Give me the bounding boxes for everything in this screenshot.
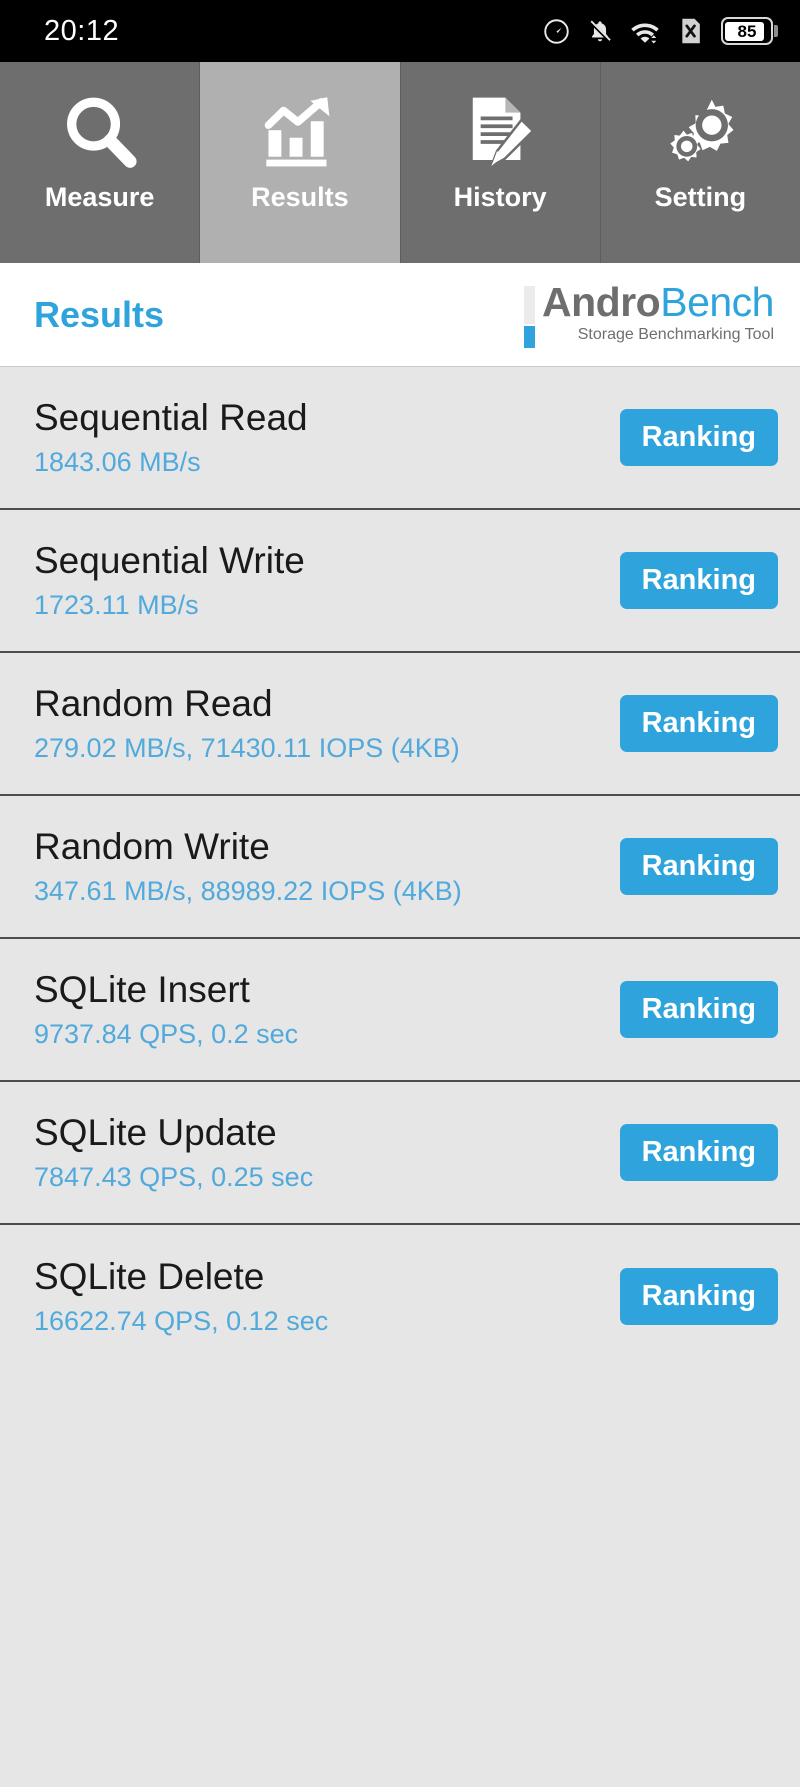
result-value: 1843.06 MB/s <box>34 447 201 478</box>
result-value: 7847.43 QPS, 0.25 sec <box>34 1162 314 1193</box>
logo-accent-bars <box>524 282 536 348</box>
ranking-button[interactable]: Ranking <box>619 837 778 896</box>
battery-percent-label: 85 <box>737 21 757 41</box>
tab-history[interactable]: History <box>400 62 601 263</box>
table-row[interactable]: Random Write 347.61 MB/s, 88989.22 IOPS … <box>0 796 800 939</box>
ranking-button[interactable]: Ranking <box>619 551 778 610</box>
ranking-button[interactable]: Ranking <box>619 980 778 1039</box>
status-clock: 20:12 <box>44 14 120 47</box>
table-row[interactable]: Sequential Read 1843.06 MB/s Ranking <box>0 367 800 510</box>
result-name: Random Read <box>34 682 273 724</box>
gears-icon <box>657 88 743 176</box>
tab-measure[interactable]: Measure <box>0 62 201 263</box>
no-sim-icon <box>677 17 704 45</box>
notifications-muted-icon <box>587 18 613 45</box>
page-title: Results <box>34 293 165 335</box>
result-name: Sequential Write <box>34 539 305 581</box>
androbench-logo: AndroBench Storage Benchmarking Tool <box>524 278 774 348</box>
result-value: 9737.84 QPS, 0.2 sec <box>34 1019 299 1050</box>
status-bar: 20:12 85 <box>0 0 800 62</box>
wifi-icon <box>630 18 660 45</box>
result-name: SQLite Insert <box>34 968 250 1010</box>
result-value: 279.02 MB/s, 71430.11 IOPS (4KB) <box>34 733 460 764</box>
tab-setting[interactable]: Setting <box>600 62 800 263</box>
table-row[interactable]: SQLite Insert 9737.84 QPS, 0.2 sec Ranki… <box>0 939 800 1082</box>
data-saver-icon <box>543 18 570 45</box>
bar-chart-arrow-icon <box>257 88 343 176</box>
ranking-button[interactable]: Ranking <box>619 1123 778 1182</box>
result-value: 347.61 MB/s, 88989.22 IOPS (4KB) <box>34 876 462 907</box>
tab-setting-label: Setting <box>654 182 747 212</box>
main-tab-bar: Measure Results History Setting <box>0 62 800 263</box>
logo-primary-text: Andro <box>542 278 661 325</box>
tab-measure-label: Measure <box>44 182 155 212</box>
ranking-button[interactable]: Ranking <box>619 694 778 753</box>
table-row[interactable]: SQLite Update 7847.43 QPS, 0.25 sec Rank… <box>0 1082 800 1225</box>
result-name: SQLite Delete <box>34 1255 265 1297</box>
document-pencil-icon <box>457 88 543 176</box>
tab-history-label: History <box>453 182 547 212</box>
tab-results[interactable]: Results <box>200 62 401 263</box>
ranking-button[interactable]: Ranking <box>619 1267 778 1326</box>
table-row[interactable]: SQLite Delete 16622.74 QPS, 0.12 sec Ran… <box>0 1225 800 1368</box>
status-icon-tray: 85 <box>543 17 778 45</box>
page-header: Results AndroBench Storage Benchmarking … <box>0 263 800 367</box>
logo-secondary-text: Bench <box>660 278 774 325</box>
result-value: 16622.74 QPS, 0.12 sec <box>34 1306 329 1337</box>
battery-icon: 85 <box>721 17 778 45</box>
result-name: SQLite Update <box>34 1111 277 1153</box>
tab-results-label: Results <box>251 182 349 212</box>
table-row[interactable]: Sequential Write 1723.11 MB/s Ranking <box>0 510 800 653</box>
table-row[interactable]: Random Read 279.02 MB/s, 71430.11 IOPS (… <box>0 653 800 796</box>
logo-subtitle: Storage Benchmarking Tool <box>577 325 774 343</box>
result-name: Sequential Read <box>34 396 308 438</box>
ranking-button[interactable]: Ranking <box>619 408 778 467</box>
results-list: Sequential Read 1843.06 MB/s Ranking Seq… <box>0 367 800 1368</box>
magnifier-icon <box>57 88 143 176</box>
result-name: Random Write <box>34 825 270 867</box>
result-value: 1723.11 MB/s <box>34 590 199 621</box>
